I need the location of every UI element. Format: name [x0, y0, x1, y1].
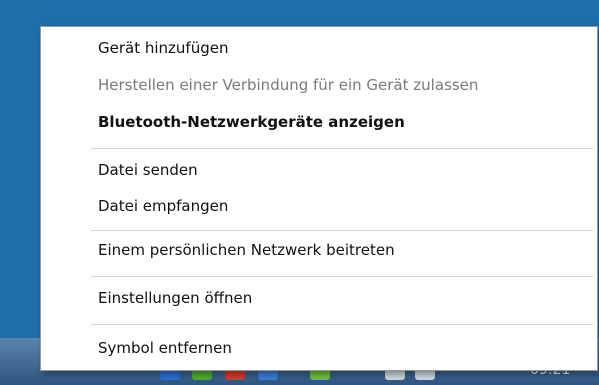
menu-item-show-bluetooth-devices[interactable]: Bluetooth-Netzwerkgeräte anzeigen	[98, 113, 405, 131]
menu-separator	[91, 148, 593, 149]
menu-separator	[91, 324, 593, 325]
menu-item-allow-connection: Herstellen einer Verbindung für ein Gerä…	[98, 76, 479, 94]
menu-item-receive-file[interactable]: Datei empfangen	[98, 197, 228, 215]
menu-icon-gutter	[43, 29, 73, 368]
menu-separator	[91, 276, 593, 277]
menu-item-add-device[interactable]: Gerät hinzufügen	[98, 39, 228, 57]
context-menu: Gerät hinzufügen Herstellen einer Verbin…	[40, 26, 598, 371]
menu-item-remove-icon[interactable]: Symbol entfernen	[98, 339, 232, 357]
menu-item-join-personal-network[interactable]: Einem persönlichen Netzwerk beitreten	[98, 241, 395, 259]
menu-item-send-file[interactable]: Datei senden	[98, 161, 198, 179]
menu-item-open-settings[interactable]: Einstellungen öffnen	[98, 289, 252, 307]
menu-separator	[91, 230, 593, 231]
